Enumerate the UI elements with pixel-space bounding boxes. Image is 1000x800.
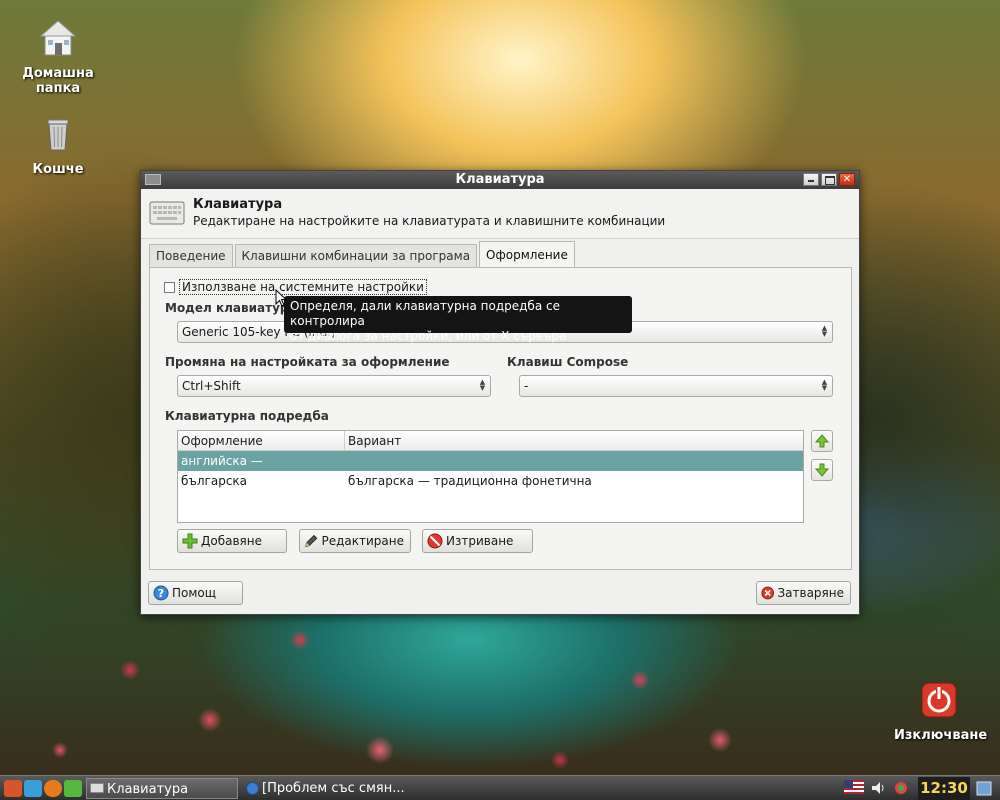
row-layout: английска — американска: [181, 454, 264, 488]
row-variant: българска — традиционна фонетична: [348, 474, 592, 488]
desktop-icon-label: Кошче: [32, 162, 84, 177]
desktop-icon-home[interactable]: Домашна папка: [13, 18, 103, 96]
close-window-button[interactable]: ✕: [839, 173, 855, 186]
window-title: Клавиатура: [455, 172, 545, 187]
volume-icon[interactable]: [871, 781, 887, 795]
tab-bar: Поведение Клавишни комбинации за програм…: [149, 241, 577, 267]
help-icon: ?: [153, 585, 169, 601]
column-header-variant[interactable]: Вариант: [345, 431, 401, 450]
tab-behavior[interactable]: Поведение: [149, 244, 233, 267]
help-button-label: Помощ: [172, 586, 217, 600]
layout-list[interactable]: Оформление Вариант английска — американс…: [177, 430, 804, 523]
dialog-header: Клавиатура Редактиране на настройките на…: [141, 189, 859, 239]
browser-icon: [246, 782, 259, 795]
task-label: [Проблем със смян...: [262, 781, 405, 796]
house-icon: [39, 20, 77, 56]
close-icon: [761, 586, 775, 600]
delete-button-label: Изтриване: [446, 534, 514, 548]
firefox-launcher-icon[interactable]: [44, 780, 62, 797]
svg-text:?: ?: [158, 587, 164, 600]
desktop-icon-shutdown[interactable]: Изключване: [894, 680, 988, 743]
row-layout: българска: [181, 474, 248, 488]
compose-value: -: [524, 379, 529, 393]
arrow-up-icon: [815, 434, 829, 448]
task-label: Клавиатура: [107, 782, 189, 797]
window-menu-icon[interactable]: [145, 174, 161, 185]
no-entry-icon: [427, 533, 443, 549]
maximize-button[interactable]: [821, 173, 837, 186]
tab-layout[interactable]: Оформление: [479, 241, 575, 267]
move-up-button[interactable]: [811, 430, 833, 452]
plus-icon: [182, 533, 198, 549]
network-icon[interactable]: [893, 780, 909, 796]
trash-icon: [47, 119, 69, 151]
power-icon: [921, 682, 957, 718]
wallpaper-flowers: [0, 600, 1000, 780]
tab-shortcuts[interactable]: Клавишни комбинации за програма: [234, 244, 478, 267]
compose-combo[interactable]: - ▲ ▼: [519, 375, 833, 397]
taskbar: Клавиатура [Проблем със смян... 12:30: [0, 775, 1000, 800]
us-flag-icon[interactable]: [844, 780, 864, 794]
tooltip: Определя, дали клавиатурна подредба се к…: [284, 296, 632, 343]
switch-label: Промяна на настройката за оформление: [165, 355, 450, 369]
add-button[interactable]: Добавяне: [177, 529, 287, 553]
table-row[interactable]: английска — американска: [178, 451, 803, 488]
column-header-layout[interactable]: Оформление: [178, 431, 345, 450]
taskbar-task-keyboard[interactable]: Клавиатура: [86, 778, 238, 799]
switch-value: Ctrl+Shift: [182, 379, 241, 393]
header-subtitle: Редактиране на настройките на клавиатура…: [193, 214, 666, 228]
help-button[interactable]: ? Помощ: [148, 581, 243, 605]
combo-arrows-icon: ▲ ▼: [821, 324, 828, 338]
menu-launcher-icon[interactable]: [4, 780, 22, 797]
add-button-label: Добавяне: [201, 534, 262, 548]
desktop-show-icon[interactable]: [976, 781, 992, 796]
desktop-icon-trash[interactable]: Кошче: [13, 114, 103, 177]
keyboard-icon: [90, 783, 104, 793]
combo-arrows-icon: ▲ ▼: [479, 378, 486, 392]
tooltip-line-1: Определя, дали клавиатурна подредба се к…: [290, 299, 560, 328]
tooltip-line-2: от диалога за настройки, или от X сървър…: [290, 329, 567, 343]
window-titlebar[interactable]: Клавиатура ✕: [141, 171, 859, 189]
taskbar-task-browser[interactable]: [Проблем със смян...: [242, 778, 462, 799]
keyboard-settings-window: Клавиатура ✕ Клавиатура Редактиране на н…: [140, 170, 860, 615]
switch-combo[interactable]: Ctrl+Shift ▲ ▼: [177, 375, 491, 397]
edit-button[interactable]: Редактиране: [299, 529, 411, 553]
minimize-button[interactable]: [803, 173, 819, 186]
combo-arrows-icon: ▲ ▼: [821, 378, 828, 392]
row-variant: [345, 451, 348, 471]
use-system-settings-label[interactable]: Използване на системните настройки: [179, 279, 427, 295]
clock[interactable]: 12:30: [918, 777, 970, 800]
close-button[interactable]: Затваряне: [756, 581, 851, 605]
layout-list-label: Клавиатурна подредба: [165, 409, 329, 423]
table-row[interactable]: българска българска — традиционна фонети…: [178, 471, 803, 491]
compose-label: Клавиш Compose: [507, 355, 629, 369]
use-system-settings-checkbox[interactable]: [164, 281, 175, 293]
mouse-cursor-icon: [275, 289, 287, 307]
header-title: Клавиатура: [193, 197, 283, 212]
keyboard-icon: [149, 201, 185, 225]
close-button-label: Затваряне: [777, 586, 844, 600]
desktop-icon-label: Домашна папка: [22, 66, 94, 96]
move-down-button[interactable]: [811, 459, 833, 481]
use-system-settings-row[interactable]: Използване на системните настройки: [164, 279, 427, 295]
file-manager-launcher-icon[interactable]: [24, 780, 42, 797]
arrow-down-icon: [815, 463, 829, 477]
edit-button-label: Редактиране: [321, 534, 404, 548]
delete-button[interactable]: Изтриване: [422, 529, 533, 553]
pencil-icon: [305, 534, 318, 548]
desktop-icon-label: Изключване: [894, 728, 988, 743]
terminal-launcher-icon[interactable]: [64, 780, 82, 797]
list-header: Оформление Вариант: [178, 431, 803, 451]
